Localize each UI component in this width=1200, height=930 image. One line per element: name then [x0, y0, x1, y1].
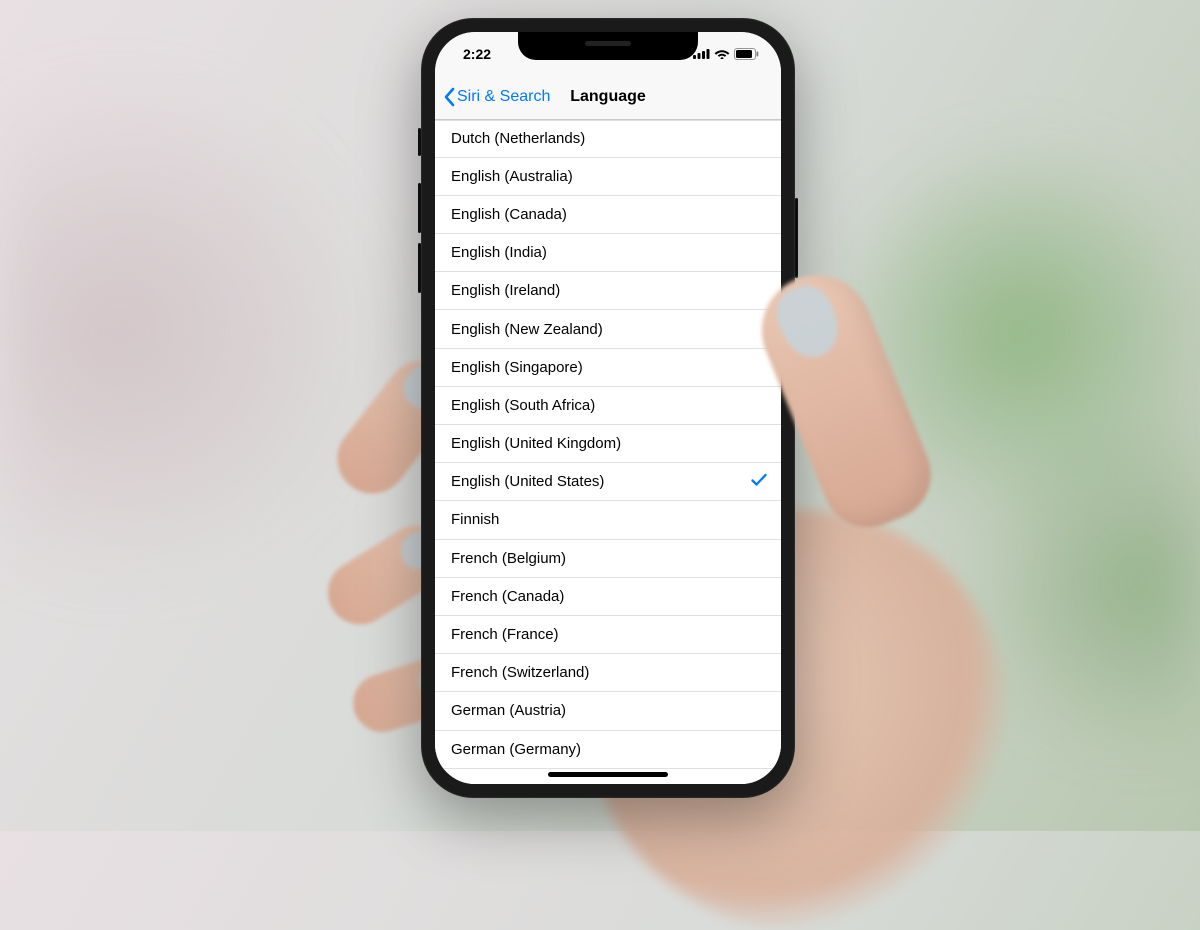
language-label: English (Singapore)	[451, 359, 583, 376]
language-label: French (Canada)	[451, 588, 564, 605]
language-label: English (United States)	[451, 473, 604, 490]
language-row[interactable]: German (Austria)	[435, 692, 781, 730]
language-label: German (Germany)	[451, 741, 581, 758]
language-row[interactable]: Dutch (Netherlands)	[435, 120, 781, 158]
language-label: English (New Zealand)	[451, 321, 603, 338]
power-button	[795, 198, 798, 278]
language-row[interactable]: German (Germany)	[435, 731, 781, 769]
silence-switch	[418, 128, 421, 156]
navigation-bar: Siri & Search Language	[435, 76, 781, 120]
language-label: English (Canada)	[451, 206, 567, 223]
language-row[interactable]: English (New Zealand)	[435, 310, 781, 348]
language-label: Dutch (Netherlands)	[451, 130, 585, 147]
phone-frame: 2:22 Sir	[421, 18, 795, 798]
language-label: French (Belgium)	[451, 550, 566, 567]
language-label: English (Australia)	[451, 168, 573, 185]
language-row[interactable]: French (France)	[435, 616, 781, 654]
language-label: English (South Africa)	[451, 397, 595, 414]
battery-icon	[734, 48, 759, 60]
volume-up-button	[418, 183, 421, 233]
language-label: French (France)	[451, 626, 559, 643]
back-button[interactable]: Siri & Search	[443, 87, 550, 107]
language-row[interactable]: English (Ireland)	[435, 272, 781, 310]
checkmark-icon	[751, 472, 767, 492]
language-label: English (Ireland)	[451, 282, 560, 299]
language-row[interactable]: French (Belgium)	[435, 540, 781, 578]
language-label: French (Switzerland)	[451, 664, 589, 681]
home-indicator[interactable]	[548, 772, 668, 777]
language-list[interactable]: Dutch (Netherlands) English (Australia) En…	[435, 120, 781, 784]
language-label: Finnish	[451, 511, 499, 528]
chevron-left-icon	[443, 87, 455, 107]
language-row[interactable]: French (Switzerland)	[435, 654, 781, 692]
language-row[interactable]: French (Canada)	[435, 578, 781, 616]
wifi-icon	[714, 48, 730, 59]
language-row[interactable]: English (India)	[435, 234, 781, 272]
language-row[interactable]: English (United Kingdom)	[435, 425, 781, 463]
screen: 2:22 Sir	[435, 32, 781, 784]
language-row[interactable]: English (Australia)	[435, 158, 781, 196]
volume-down-button	[418, 243, 421, 293]
language-label: German (Austria)	[451, 702, 566, 719]
phone-notch	[518, 32, 698, 60]
language-row[interactable]: Finnish	[435, 501, 781, 539]
language-row[interactable]: English (Singapore)	[435, 349, 781, 387]
back-label: Siri & Search	[457, 88, 550, 106]
language-label: English (India)	[451, 244, 547, 261]
language-label: English (United Kingdom)	[451, 435, 621, 452]
language-row[interactable]: English (South Africa)	[435, 387, 781, 425]
language-row[interactable]: English (United States)	[435, 463, 781, 501]
status-time: 2:22	[463, 46, 491, 62]
language-row[interactable]: English (Canada)	[435, 196, 781, 234]
